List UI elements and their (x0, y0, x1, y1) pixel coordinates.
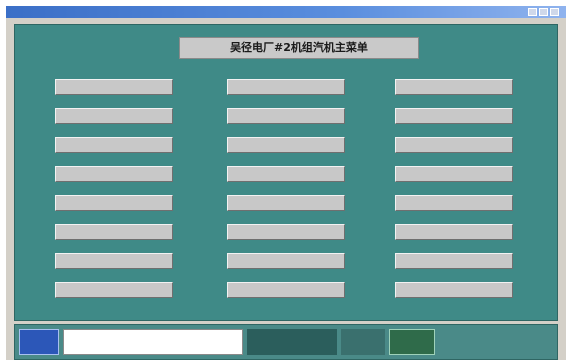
status-bar (14, 324, 558, 360)
minimize-button[interactable] (528, 8, 537, 16)
menu-button[interactable] (395, 108, 513, 124)
menu-button[interactable] (227, 253, 345, 269)
menu-button[interactable] (395, 137, 513, 153)
title-bar (6, 6, 566, 18)
menu-button[interactable] (55, 79, 173, 95)
menu-button[interactable] (55, 137, 173, 153)
menu-button[interactable] (227, 195, 345, 211)
message-field[interactable] (63, 329, 243, 355)
menu-button[interactable] (55, 282, 173, 298)
menu-button[interactable] (227, 282, 345, 298)
status-logo (19, 329, 59, 355)
alarm-panel (389, 329, 435, 355)
menu-button[interactable] (395, 224, 513, 240)
menu-button[interactable] (55, 166, 173, 182)
close-button[interactable] (550, 8, 559, 16)
menu-button[interactable] (55, 195, 173, 211)
menu-button[interactable] (395, 166, 513, 182)
menu-header: 吴径电厂#2机组汽机主菜单 (179, 37, 419, 59)
menu-button[interactable] (395, 79, 513, 95)
menu-button[interactable] (55, 253, 173, 269)
menu-button[interactable] (227, 224, 345, 240)
menu-button[interactable] (227, 108, 345, 124)
menu-button[interactable] (55, 224, 173, 240)
application-window: 吴径电厂#2机组汽机主菜单 (6, 6, 566, 360)
maximize-button[interactable] (539, 8, 548, 16)
indicator-panel (341, 329, 385, 355)
page-title: 吴径电厂#2机组汽机主菜单 (230, 41, 368, 54)
menu-button[interactable] (227, 137, 345, 153)
menu-button[interactable] (395, 282, 513, 298)
menu-button[interactable] (55, 108, 173, 124)
status-readout (247, 329, 337, 355)
menu-button[interactable] (395, 195, 513, 211)
menu-button[interactable] (227, 79, 345, 95)
menu-button[interactable] (395, 253, 513, 269)
main-menu-panel: 吴径电厂#2机组汽机主菜单 (14, 24, 558, 321)
menu-button[interactable] (227, 166, 345, 182)
